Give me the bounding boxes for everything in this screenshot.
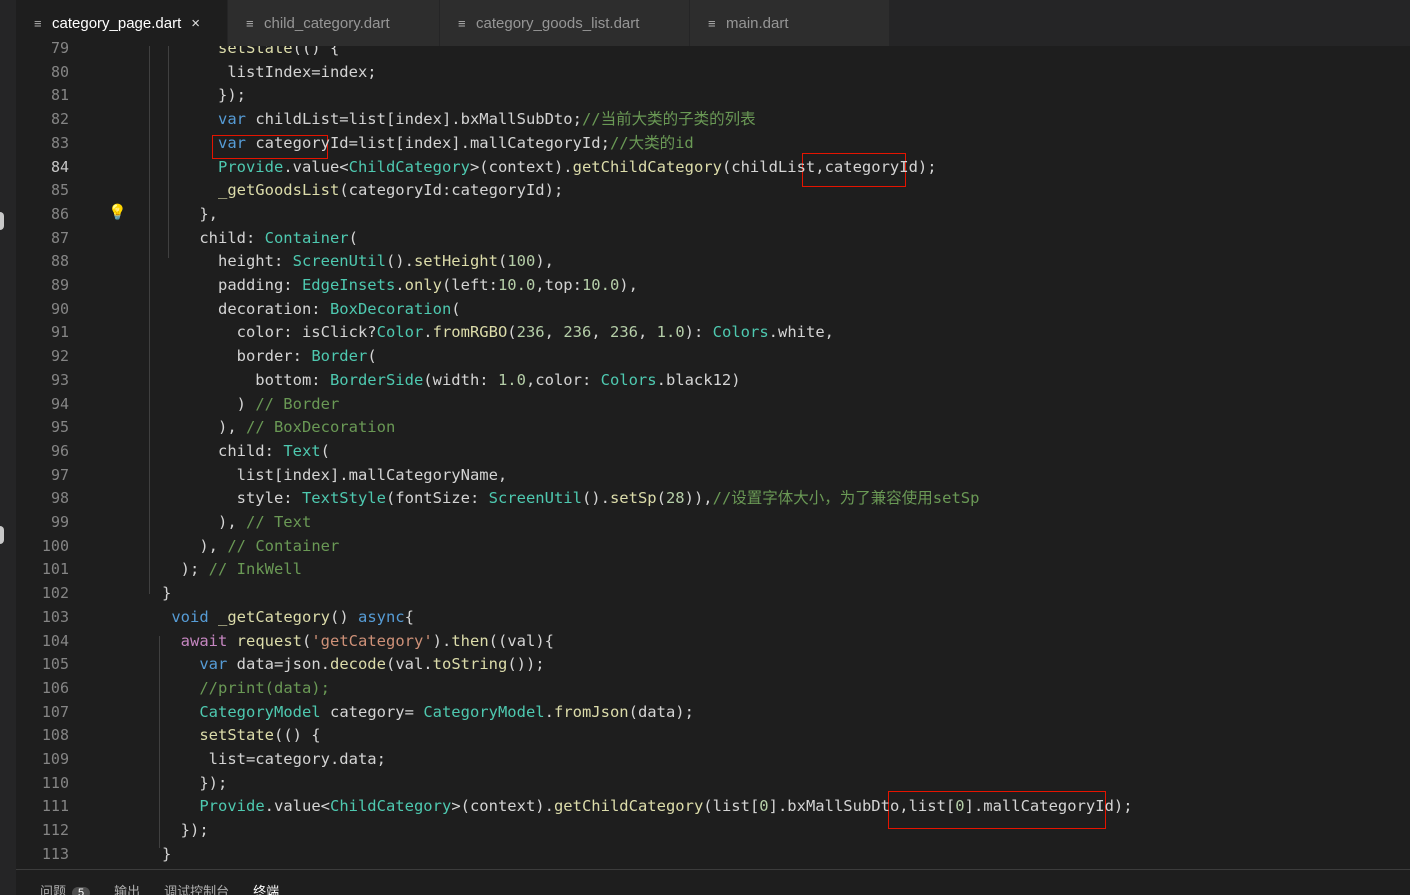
line-number: 107 [41,703,69,721]
code-line: }, [106,205,218,223]
line-number: 99 [50,513,69,531]
code-line: ), // Text [106,513,312,531]
line-number: 88 [50,252,69,270]
code-line: setState(() { [199,726,321,744]
code-line: var childList=list[index].bxMallSubDto;/… [217,110,756,128]
panel-tab-label: 问题 [40,884,67,895]
code-line: padding: EdgeInsets.only(left:10.0,top:1… [106,276,638,294]
code-line: var data=json.decode(val.toString()); [199,655,545,673]
line-number-gutter: 💡 79 80 81 82 83 84 85 86 87 88 89 90 91 92 93 94 95 96 97… [16,39,127,869]
line-number: 113 [41,845,69,863]
code-line: child: Text( [106,442,330,460]
code-line: Provide.value<ChildCategory>(context).ge… [199,797,1133,815]
line-number: 108 [41,726,69,744]
file-lines-icon: ≡ [458,15,466,31]
tab-main[interactable]: ≡ main.dart [690,0,890,46]
code-line: ) // Border [106,395,340,413]
code-line: } [106,845,172,863]
line-number: 105 [41,655,69,673]
tab-label: main.dart [726,14,789,32]
line-number: 101 [41,560,69,578]
file-lines-icon: ≡ [708,15,716,31]
line-number: 110 [41,774,69,792]
line-number: 95 [50,418,69,436]
code-line: bottom: BorderSide(width: 1.0,color: Col… [106,371,741,389]
code-line: border: Border( [106,347,377,365]
tab-category-goods-list[interactable]: ≡ category_goods_list.dart [440,0,690,46]
editor-tab-bar: ≡ category_page.dart × ≡ child_category.… [16,0,1410,46]
line-number: 112 [41,821,69,839]
line-number: 97 [50,466,69,484]
panel-tab-terminal[interactable]: 终端 [253,881,279,895]
code-line: list[index].mallCategoryName, [106,466,508,484]
tab-child-category[interactable]: ≡ child_category.dart [228,0,440,46]
panel-tab-problems[interactable]: 问题 5 [40,881,91,895]
line-number: 79 [50,39,69,57]
code-line: ); // InkWell [106,560,302,578]
code-line: } [106,584,172,602]
code-line: CategoryModel category= CategoryModel.fr… [199,703,694,721]
line-number: 100 [41,537,69,555]
line-number: 82 [50,110,69,128]
code-line: listIndex=index; [106,63,377,81]
line-number: 106 [41,679,69,697]
code-line: }); [106,821,209,839]
line-number: 83 [50,134,69,152]
tab-label: child_category.dart [264,14,390,32]
line-number: 96 [50,442,69,460]
tab-label: category_page.dart [52,14,182,32]
line-number: 86 [50,205,69,223]
line-number: 87 [50,229,69,247]
line-number: 91 [50,323,69,341]
line-number: 85 [50,181,69,199]
file-lines-icon: ≡ [246,15,254,31]
line-number: 111 [41,797,69,815]
line-number: 98 [50,489,69,507]
code-line: decoration: BoxDecoration( [106,300,461,318]
code-line: await request('getCategory').then((val){ [180,632,554,650]
line-number: 89 [50,276,69,294]
code-editor[interactable]: setState(() { listIndex=index; }); var c… [106,46,1410,869]
line-number: 103 [41,608,69,626]
code-line: var categoryId=list[index].mallCategoryI… [217,134,694,152]
close-icon[interactable]: × [191,15,200,32]
tab-label: category_goods_list.dart [476,14,640,32]
scroll-marker [0,212,4,230]
code-line: color: isClick?Color.fromRGBO(236, 236, … [106,323,834,341]
code-line: height: ScreenUtil().setHeight(100), [106,252,554,270]
problems-count-badge: 5 [72,887,91,895]
line-number: 102 [41,584,69,602]
code-line: ), // Container [106,537,340,555]
code-line: setState(() { [217,46,340,57]
code-line: }); [106,86,246,104]
line-number: 93 [50,371,69,389]
line-number: 84 [50,158,69,176]
code-line: //print(data); [199,679,330,697]
code-line: child: Container( [106,229,358,247]
left-edge-strip [0,0,16,895]
code-line: _getGoodsList(categoryId:categoryId); [217,181,564,199]
line-number: 92 [50,347,69,365]
panel-tab-debug-console[interactable]: 调试控制台 [164,881,229,895]
code-line: Provide.value<ChildCategory>(context).ge… [217,158,937,176]
code-line: ), // BoxDecoration [106,418,396,436]
code-line: void _getCategory() async{ [171,608,414,626]
code-line: style: TextStyle(fontSize: ScreenUtil().… [106,489,980,507]
scroll-marker [0,526,4,544]
code-line: }); [106,774,228,792]
line-number: 90 [50,300,69,318]
line-number: 81 [50,86,69,104]
bottom-panel-tabs: 问题 5 输出 调试控制台 终端 [16,869,1410,895]
panel-tab-output[interactable]: 输出 [114,881,140,895]
line-number: 104 [41,632,69,650]
file-lines-icon: ≡ [34,15,42,31]
line-number: 80 [50,63,69,81]
line-number: 94 [50,395,69,413]
line-number: 109 [41,750,69,768]
code-line: list=category.data; [106,750,386,768]
